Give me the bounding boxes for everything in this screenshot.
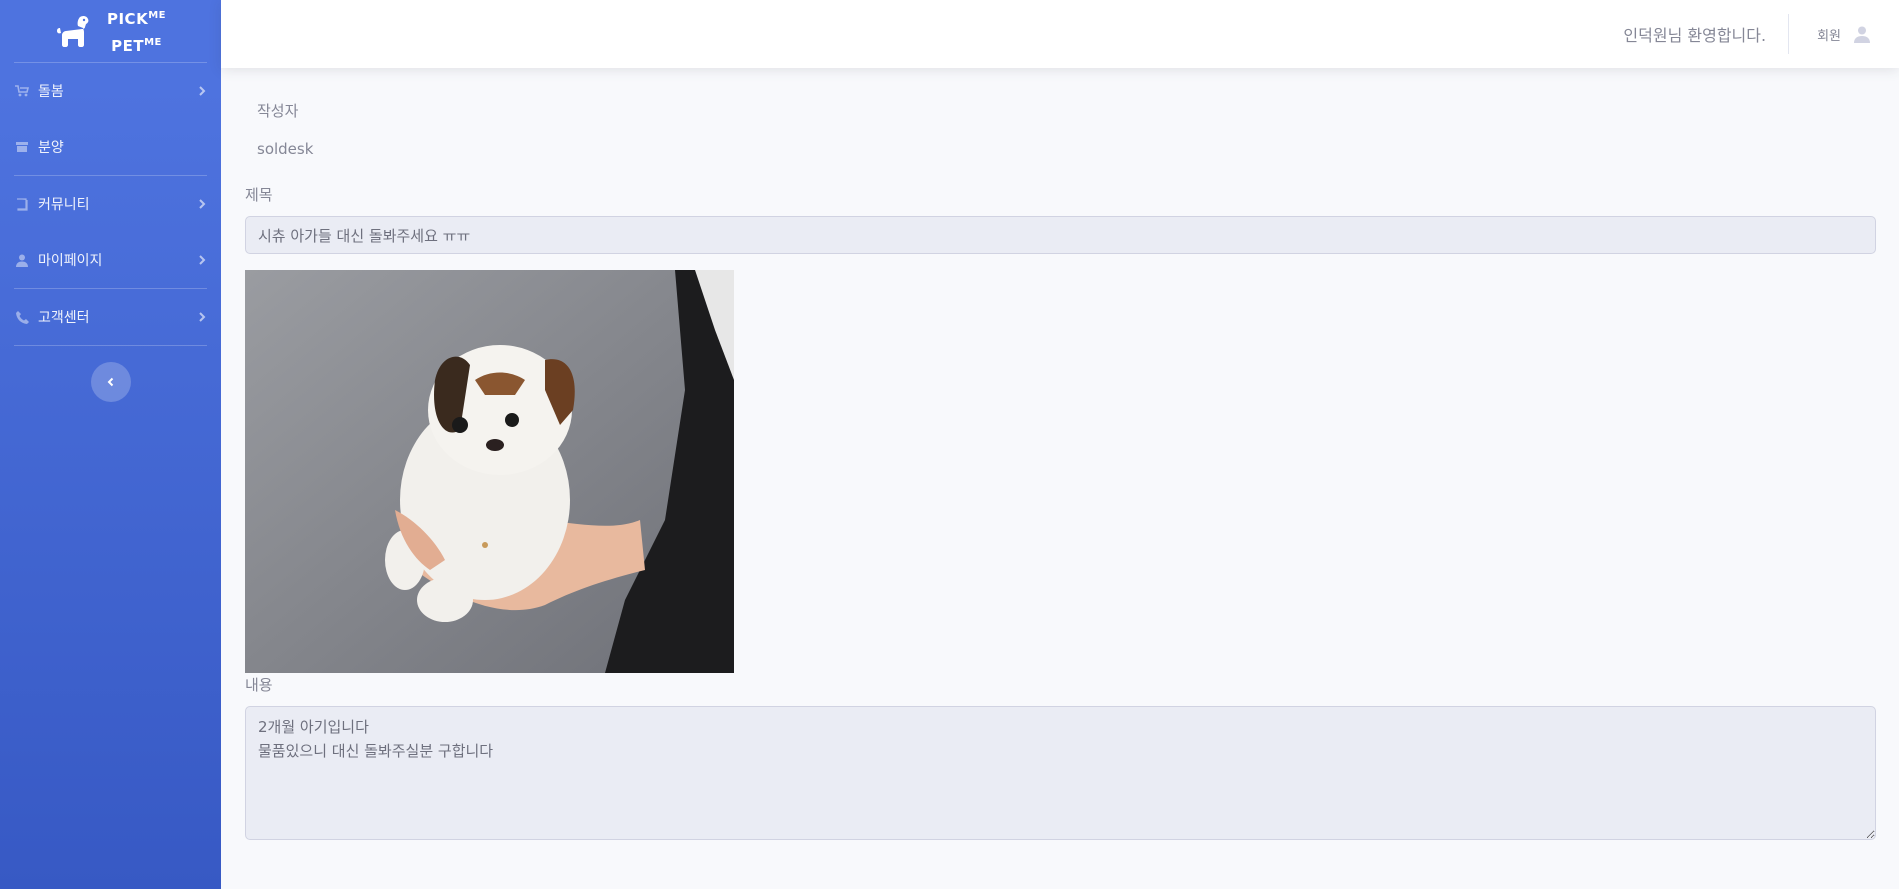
sidebar-toggle-button[interactable] bbox=[90, 362, 131, 402]
content-label: 내용 bbox=[245, 676, 273, 694]
sidebar-item-label: 돌봄 bbox=[38, 84, 64, 100]
shop-icon bbox=[14, 139, 30, 155]
sidebar-item-community[interactable]: 커뮤니티 bbox=[0, 176, 221, 232]
user-dropdown[interactable]: 회원 bbox=[1817, 25, 1871, 44]
sidebar-toggle-area bbox=[0, 346, 221, 402]
phone-icon bbox=[14, 309, 30, 325]
author-name: soldesk bbox=[257, 140, 314, 158]
post-photo bbox=[245, 270, 734, 673]
topbar: 인덕원님 환영합니다. 회원 bbox=[221, 0, 1899, 68]
sidebar-item-support[interactable]: 고객센터 bbox=[0, 289, 221, 345]
user-label: 회원 bbox=[1817, 28, 1841, 44]
sidebar-item-label: 고객센터 bbox=[38, 310, 90, 326]
sidebar: PICKME PETME 돌봄 분양 커뮤니티 마이페이지 고객센터 bbox=[0, 0, 221, 889]
chevron-right-icon bbox=[199, 255, 206, 265]
user-icon bbox=[1853, 25, 1871, 43]
chevron-right-icon bbox=[199, 312, 206, 322]
book-icon bbox=[14, 196, 30, 212]
puppy-image bbox=[245, 270, 734, 673]
brand-line2: PET bbox=[111, 37, 145, 55]
chevron-right-icon bbox=[199, 86, 206, 96]
user-icon bbox=[14, 252, 30, 268]
brand-name: PICKME PETME bbox=[107, 4, 166, 58]
chevron-right-icon bbox=[199, 199, 206, 209]
brand-line1-sup: ME bbox=[148, 10, 166, 21]
sidebar-item-adoption[interactable]: 분양 bbox=[0, 119, 221, 175]
title-label: 제목 bbox=[245, 186, 273, 204]
content-field[interactable]: 2개월 아기입니다 물품있으니 대신 돌봐주실분 구합니다 bbox=[245, 706, 1876, 840]
dog-icon bbox=[55, 12, 93, 50]
brand-line1: PICK bbox=[106, 10, 149, 28]
brand[interactable]: PICKME PETME bbox=[0, 0, 221, 62]
topbar-divider bbox=[1788, 14, 1790, 54]
sidebar-item-label: 마이페이지 bbox=[38, 253, 103, 269]
author-label: 작성자 bbox=[257, 102, 299, 120]
sidebar-item-care[interactable]: 돌봄 bbox=[0, 63, 221, 119]
dog-cart-icon bbox=[14, 83, 30, 99]
chevron-left-icon bbox=[107, 377, 113, 387]
title-field[interactable] bbox=[245, 216, 1876, 254]
sidebar-item-mypage[interactable]: 마이페이지 bbox=[0, 232, 221, 288]
welcome-message: 인덕원님 환영합니다. bbox=[1623, 26, 1767, 45]
sidebar-item-label: 분양 bbox=[38, 140, 64, 156]
brand-line2-sup: ME bbox=[144, 37, 162, 48]
sidebar-item-label: 커뮤니티 bbox=[38, 197, 90, 213]
